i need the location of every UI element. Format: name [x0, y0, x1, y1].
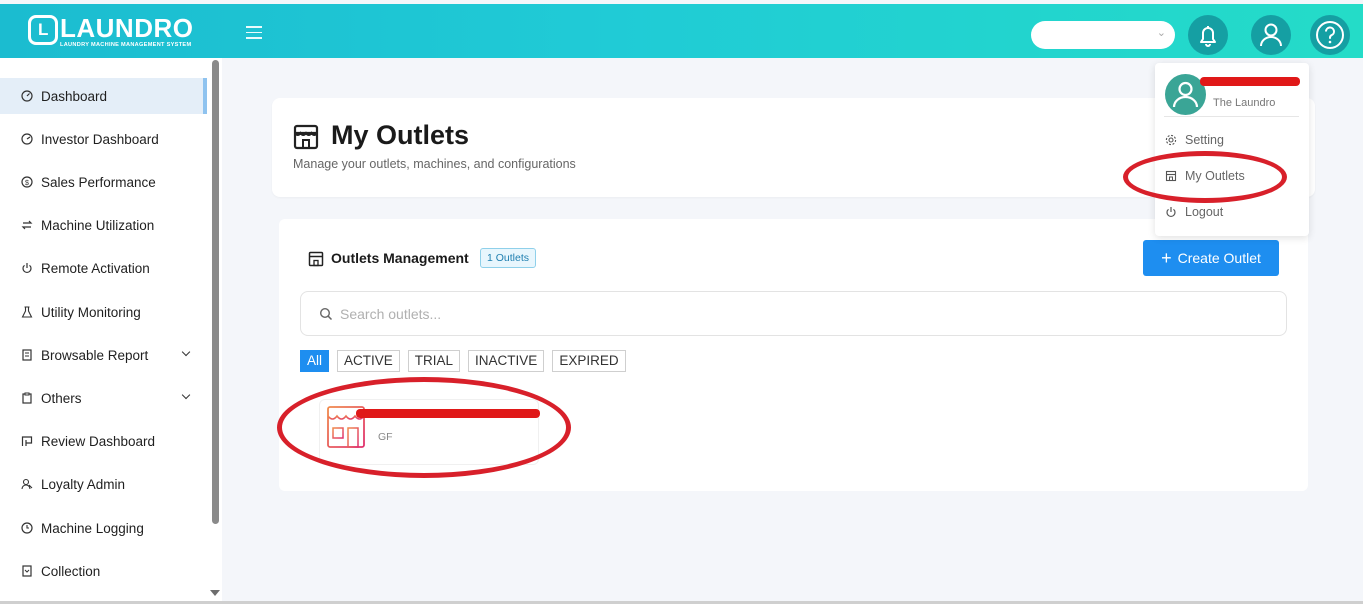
redaction-mark: [1200, 77, 1300, 86]
scroll-down-arrow-icon[interactable]: [210, 590, 220, 596]
power-icon: [1165, 206, 1177, 218]
sidebar-item-browsable-report[interactable]: Browsable Report: [0, 337, 207, 373]
sidebar-item-label: Investor Dashboard: [41, 131, 159, 147]
sidebar-item-label: Utility Monitoring: [41, 304, 141, 320]
bell-icon[interactable]: [1188, 15, 1228, 55]
chevron-down-icon: [181, 347, 191, 357]
collection-icon: [20, 565, 33, 578]
menu-item-label: Setting: [1185, 133, 1224, 147]
sidebar-scrollbar-thumb[interactable]: [212, 60, 219, 524]
sidebar-item-label: Loyalty Admin: [41, 476, 126, 492]
report-icon: [20, 349, 33, 362]
chevron-down-icon: [181, 390, 191, 400]
header-select[interactable]: ⌄: [1031, 21, 1175, 49]
user-company: The Laundro: [1213, 97, 1276, 109]
create-outlet-button[interactable]: + Create Outlet: [1143, 240, 1279, 276]
sidebar-item-machine-utilization[interactable]: Machine Utilization: [0, 207, 207, 243]
menu-item-setting[interactable]: Setting: [1165, 133, 1224, 147]
outlet-count-badge: 1 Outlets: [480, 248, 537, 268]
store-icon: [308, 251, 324, 272]
sidebar-item-label: Others: [41, 390, 82, 406]
sidebar: Dashboard Investor Dashboard $ Sales Per…: [0, 58, 222, 604]
review-icon: [20, 435, 33, 448]
sidebar-item-label: Remote Activation: [41, 260, 150, 276]
clock-icon: [20, 522, 33, 535]
filter-expired[interactable]: EXPIRED: [552, 350, 626, 372]
plus-icon: +: [1161, 248, 1172, 268]
sidebar-item-sales-performance[interactable]: $ Sales Performance: [0, 164, 207, 200]
sidebar-item-label: Machine Utilization: [41, 217, 155, 233]
menu-divider: [1164, 116, 1299, 117]
store-icon: [1165, 170, 1177, 182]
menu-item-my-outlets[interactable]: My Outlets: [1165, 169, 1245, 183]
dollar-icon: $: [20, 176, 33, 189]
gauge-icon: [20, 133, 33, 146]
search-icon: [319, 307, 333, 326]
page-title: My Outlets: [331, 120, 470, 150]
user-dropdown-menu: The Laundro Setting My Outlets Logout: [1155, 63, 1309, 236]
logo-badge-icon: [28, 15, 58, 45]
filter-active[interactable]: ACTIVE: [337, 350, 400, 372]
hamburger-icon[interactable]: [246, 26, 262, 39]
sidebar-item-dashboard[interactable]: Dashboard: [0, 78, 207, 114]
flask-icon: [20, 306, 33, 319]
exchange-icon: [20, 219, 33, 232]
menu-item-logout[interactable]: Logout: [1165, 205, 1223, 219]
outlets-management-title: Outlets Management: [331, 250, 469, 266]
logo-tagline: LAUNDRY MACHINE MANAGEMENT SYSTEM: [60, 42, 192, 48]
sidebar-item-label: Collection: [41, 563, 101, 579]
power-icon: [20, 262, 33, 275]
store-icon: [293, 124, 319, 155]
status-filters: All ACTIVE TRIAL INACTIVE EXPIRED: [300, 350, 634, 372]
svg-text:$: $: [25, 180, 29, 187]
clipboard-icon: [20, 392, 33, 405]
redaction-mark: [356, 409, 540, 418]
sidebar-item-utility-monitoring[interactable]: Utility Monitoring: [0, 294, 207, 330]
gear-icon: [1165, 134, 1177, 146]
menu-item-label: Logout: [1185, 205, 1224, 219]
sidebar-item-others[interactable]: Others: [0, 380, 207, 416]
sidebar-item-collection[interactable]: Collection: [0, 553, 207, 589]
sidebar-item-label: Sales Performance: [41, 174, 156, 190]
sidebar-item-investor-dashboard[interactable]: Investor Dashboard: [0, 121, 207, 157]
filter-trial[interactable]: TRIAL: [407, 350, 461, 372]
page-subtitle: Manage your outlets, machines, and confi…: [293, 157, 576, 171]
user-icon[interactable]: [1251, 15, 1291, 55]
sidebar-item-review-dashboard[interactable]: Review Dashboard: [0, 423, 207, 459]
chevron-down-icon: ⌄: [1156, 27, 1166, 39]
logo-word: LAUNDRO: [60, 13, 194, 43]
menu-item-label: My Outlets: [1185, 169, 1245, 183]
sidebar-item-label: Machine Logging: [41, 520, 144, 536]
sidebar-item-remote-activation[interactable]: Remote Activation: [0, 250, 207, 286]
sidebar-item-loyalty-admin[interactable]: Loyalty Admin: [0, 466, 207, 502]
filter-all[interactable]: All: [300, 350, 330, 372]
sidebar-item-machine-logging[interactable]: Machine Logging: [0, 510, 207, 546]
laundro-logo[interactable]: LAUNDRO LAUNDRY MACHINE MANAGEMENT SYSTE…: [28, 15, 194, 48]
create-outlet-label: Create Outlet: [1177, 250, 1261, 266]
loyalty-icon: [20, 478, 33, 491]
outlet-code: GF: [378, 431, 393, 443]
outlet-search-box[interactable]: [300, 291, 1287, 336]
sidebar-item-label: Review Dashboard: [41, 433, 156, 449]
filter-inactive[interactable]: INACTIVE: [468, 350, 545, 372]
dashboard-icon: [20, 90, 33, 103]
outlets-panel: Outlets Management 1 Outlets + Create Ou…: [279, 219, 1308, 491]
search-input[interactable]: [340, 304, 1240, 324]
sidebar-item-label: Browsable Report: [41, 347, 149, 363]
top-header: LAUNDRO LAUNDRY MACHINE MANAGEMENT SYSTE…: [0, 4, 1363, 58]
sidebar-item-label: Dashboard: [41, 88, 108, 104]
help-icon[interactable]: [1310, 15, 1350, 55]
